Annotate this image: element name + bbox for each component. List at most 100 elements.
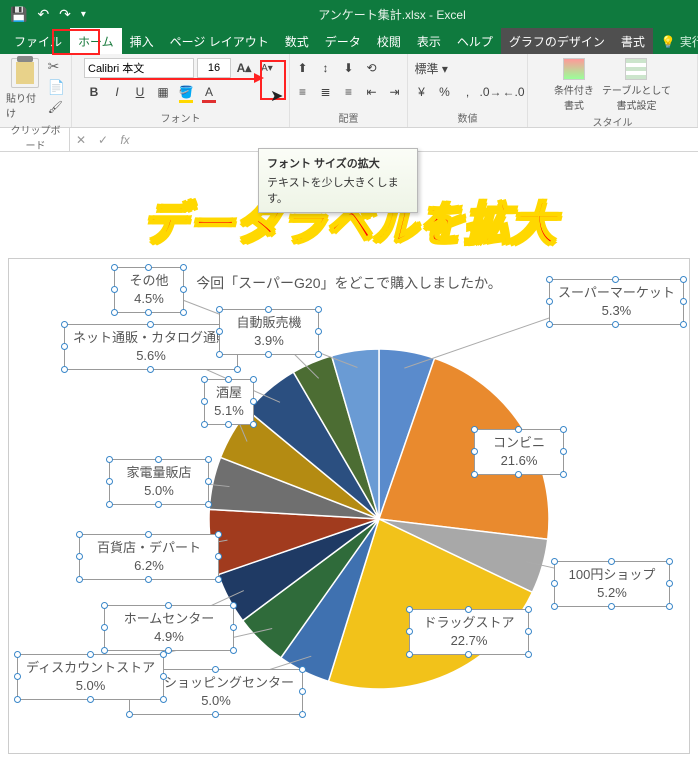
currency-icon[interactable]: ¥ — [412, 82, 432, 102]
underline-button[interactable]: U — [130, 82, 150, 102]
selection-handle[interactable] — [315, 306, 322, 313]
selection-handle[interactable] — [201, 398, 208, 405]
selection-handle[interactable] — [216, 328, 223, 335]
copy-icon[interactable]: 📄 — [48, 79, 65, 96]
selection-handle[interactable] — [216, 306, 223, 313]
tab-chart-design[interactable]: グラフのデザイン — [501, 28, 613, 54]
align-right-icon[interactable]: ≡ — [339, 82, 359, 102]
selection-handle[interactable] — [551, 580, 558, 587]
chart-object[interactable]: 今回「スーパーG20」をどこで購入しましたか。 スーパーマーケット5.3%コンビ… — [8, 258, 690, 754]
increase-decimal-icon[interactable]: .0→ — [481, 82, 501, 102]
percent-icon[interactable]: % — [435, 82, 455, 102]
selection-handle[interactable] — [180, 264, 187, 271]
selection-handle[interactable] — [101, 624, 108, 631]
selection-handle[interactable] — [265, 306, 272, 313]
selection-handle[interactable] — [106, 478, 113, 485]
selection-handle[interactable] — [225, 376, 232, 383]
font-name-input[interactable] — [84, 58, 194, 78]
comma-icon[interactable]: , — [458, 82, 478, 102]
selection-handle[interactable] — [546, 276, 553, 283]
format-as-table-button[interactable]: テーブルとして 書式設定 — [602, 58, 671, 112]
tab-view[interactable]: 表示 — [409, 28, 449, 54]
selection-handle[interactable] — [525, 606, 532, 613]
save-icon[interactable]: 💾 — [10, 6, 27, 23]
selection-handle[interactable] — [465, 606, 472, 613]
number-format-icon[interactable]: 標準 ▾ — [412, 58, 451, 78]
data-label[interactable]: コンビニ21.6% — [474, 429, 564, 475]
format-painter-icon[interactable]: 🖌 — [48, 100, 65, 114]
selection-handle[interactable] — [666, 558, 673, 565]
selection-handle[interactable] — [61, 343, 68, 350]
cancel-icon[interactable]: ✕ — [70, 133, 92, 147]
selection-handle[interactable] — [145, 264, 152, 271]
selection-handle[interactable] — [165, 602, 172, 609]
name-box[interactable] — [0, 128, 70, 151]
selection-handle[interactable] — [406, 606, 413, 613]
align-middle-icon[interactable]: ↕ — [316, 58, 336, 78]
selection-handle[interactable] — [215, 531, 222, 538]
align-top-icon[interactable]: ⬆ — [293, 58, 313, 78]
data-label[interactable]: 自動販売機3.9% — [219, 309, 319, 355]
data-label[interactable]: ホームセンター4.9% — [104, 605, 234, 651]
tab-format[interactable]: 書式 — [613, 28, 653, 54]
align-left-icon[interactable]: ≡ — [293, 82, 313, 102]
tab-home[interactable]: ホーム — [70, 28, 122, 54]
selection-handle[interactable] — [87, 651, 94, 658]
font-color-button[interactable]: A — [199, 82, 219, 102]
selection-handle[interactable] — [608, 558, 615, 565]
undo-icon[interactable]: ↶ — [37, 6, 49, 23]
tab-data[interactable]: データ — [317, 28, 369, 54]
decrease-decimal-icon[interactable]: ←.0 — [504, 82, 524, 102]
indent-decrease-icon[interactable]: ⇤ — [362, 82, 382, 102]
redo-icon[interactable]: ↷ — [59, 6, 71, 23]
selection-handle[interactable] — [515, 426, 522, 433]
selection-handle[interactable] — [101, 602, 108, 609]
data-label[interactable]: ドラッグストア22.7% — [409, 609, 529, 655]
selection-handle[interactable] — [14, 673, 21, 680]
selection-handle[interactable] — [471, 448, 478, 455]
increase-font-size-button[interactable]: A▴ — [234, 58, 254, 78]
font-size-input[interactable] — [197, 58, 231, 78]
italic-button[interactable]: I — [107, 82, 127, 102]
selection-handle[interactable] — [212, 666, 219, 673]
cut-icon[interactable]: ✂ — [48, 58, 65, 75]
data-label[interactable]: 100円ショップ5.2% — [554, 561, 670, 607]
selection-handle[interactable] — [250, 376, 257, 383]
selection-handle[interactable] — [76, 553, 83, 560]
selection-handle[interactable] — [680, 276, 687, 283]
paste-icon[interactable] — [11, 58, 39, 88]
data-label[interactable]: その他4.5% — [114, 267, 184, 313]
data-label[interactable]: ネット通販・カタログ通販5.6% — [64, 324, 238, 370]
indent-increase-icon[interactable]: ⇥ — [385, 82, 405, 102]
selection-handle[interactable] — [551, 558, 558, 565]
enter-icon[interactable]: ✓ — [92, 133, 114, 147]
tab-file[interactable]: ファイル — [6, 28, 70, 54]
selection-handle[interactable] — [560, 426, 567, 433]
data-label[interactable]: 家電量販店5.0% — [109, 459, 209, 505]
tab-insert[interactable]: 挿入 — [122, 28, 162, 54]
data-label[interactable]: 百貨店・デパート6.2% — [79, 534, 219, 580]
selection-handle[interactable] — [61, 321, 68, 328]
selection-handle[interactable] — [205, 456, 212, 463]
fx-icon[interactable]: fx — [114, 133, 136, 147]
selection-handle[interactable] — [471, 426, 478, 433]
orientation-icon[interactable]: ⟲ — [362, 58, 382, 78]
selection-handle[interactable] — [76, 531, 83, 538]
selection-handle[interactable] — [14, 651, 21, 658]
tab-page-layout[interactable]: ページ レイアウト — [162, 28, 277, 54]
selection-handle[interactable] — [111, 264, 118, 271]
selection-handle[interactable] — [406, 628, 413, 635]
selection-handle[interactable] — [546, 298, 553, 305]
selection-handle[interactable] — [106, 456, 113, 463]
selection-handle[interactable] — [612, 276, 619, 283]
border-button[interactable]: ▦ — [153, 82, 173, 102]
selection-handle[interactable] — [299, 666, 306, 673]
tab-formulas[interactable]: 数式 — [277, 28, 317, 54]
selection-handle[interactable] — [680, 298, 687, 305]
selection-handle[interactable] — [155, 456, 162, 463]
selection-handle[interactable] — [111, 286, 118, 293]
selection-handle[interactable] — [147, 321, 154, 328]
align-center-icon[interactable]: ≣ — [316, 82, 336, 102]
fill-color-button[interactable]: 🪣 — [176, 82, 196, 102]
align-bottom-icon[interactable]: ⬇ — [339, 58, 359, 78]
